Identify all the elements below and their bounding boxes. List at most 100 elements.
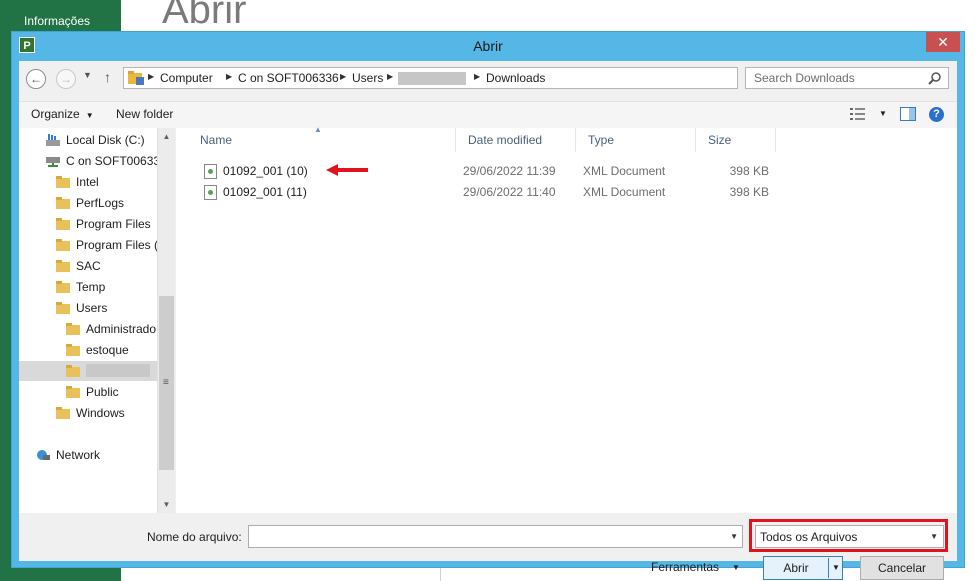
tools-button[interactable]: Ferramentas: [651, 560, 719, 574]
chevron-down-icon[interactable]: ▼: [730, 532, 738, 541]
tree-item-users[interactable]: Users: [56, 298, 107, 318]
view-options-icon[interactable]: [850, 108, 866, 120]
tree-item-label: C on SOFT006336: [66, 154, 167, 168]
column-header-date-modified[interactable]: Date modified: [456, 128, 576, 152]
tree-item-redacted-user[interactable]: [19, 361, 157, 381]
folder-icon: [56, 281, 70, 293]
folder-icon: [56, 239, 70, 251]
tree-item-temp[interactable]: Temp: [56, 277, 105, 297]
tree-item-intel[interactable]: Intel: [56, 172, 99, 192]
scrollbar-thumb[interactable]: ≡: [159, 296, 174, 470]
table-row[interactable]: 01092_001 (10) 29/06/2022 11:39 XML Docu…: [176, 161, 957, 181]
breadcrumb-chevron-icon[interactable]: ▶: [340, 72, 346, 81]
breadcrumb-redacted-user[interactable]: [398, 72, 466, 85]
breadcrumb-computer[interactable]: Computer: [160, 71, 213, 85]
open-file-dialog: P Abrir ✕ ← → ▼ ↑ ▶ Computer ▶ C on SOFT…: [11, 31, 965, 580]
breadcrumb-downloads[interactable]: Downloads: [486, 71, 545, 85]
view-options-chevron-icon[interactable]: ▼: [879, 109, 887, 118]
search-input[interactable]: Search Downloads: [745, 67, 949, 89]
tree-item-estoque[interactable]: estoque: [66, 340, 129, 360]
tree-item-label: Network: [56, 448, 101, 462]
folder-icon: [56, 218, 70, 230]
tree-item-windows[interactable]: Windows: [56, 403, 125, 423]
network-icon: [37, 450, 50, 460]
preview-pane-icon[interactable]: [900, 107, 916, 121]
open-options-chevron-icon[interactable]: ▼: [832, 563, 840, 572]
recent-locations-chevron-icon[interactable]: ▼: [83, 70, 92, 80]
chevron-down-icon: ▼: [930, 532, 938, 541]
folder-icon: [66, 344, 80, 356]
filename-label: Nome do arquivo:: [147, 530, 242, 544]
tree-item-label: Temp: [76, 280, 106, 294]
search-icon[interactable]: [928, 71, 942, 85]
drive-icon: [46, 134, 60, 146]
file-size: 398 KB: [729, 164, 769, 178]
folder-icon: [128, 71, 144, 85]
search-placeholder: Search Downloads: [754, 71, 855, 85]
network-drive-icon: [46, 157, 60, 167]
new-folder-button[interactable]: New folder: [116, 107, 173, 121]
chevron-down-icon: ▼: [85, 111, 94, 120]
file-name: 01092_001 (11): [223, 185, 307, 199]
breadcrumb-chevron-icon[interactable]: ▶: [387, 72, 393, 81]
organize-label: Organize: [31, 107, 80, 121]
tree-item-network[interactable]: Network: [36, 445, 100, 465]
backstage-item-info[interactable]: Informações: [24, 14, 90, 28]
scroll-down-icon[interactable]: ▼: [158, 496, 175, 513]
breadcrumb-drive[interactable]: C on SOFT006336: [238, 71, 339, 85]
tree-item-label: Program Files: [76, 217, 151, 231]
tree-item-perflogs[interactable]: PerfLogs: [56, 193, 124, 213]
dialog-title: Abrir: [473, 38, 503, 54]
file-date: 29/06/2022 11:40: [463, 185, 556, 199]
organize-button[interactable]: Organize ▼: [31, 107, 94, 121]
column-header-name[interactable]: Name: [188, 128, 456, 152]
tree-item-label: Program Files (: [76, 238, 159, 252]
dialog-body: ← → ▼ ↑ ▶ Computer ▶ C on SOFT006336 ▶ U…: [19, 61, 957, 580]
tree-item-local-disk[interactable]: Local Disk (C:): [46, 130, 145, 150]
breadcrumb-chevron-icon[interactable]: ▶: [474, 72, 480, 81]
breadcrumb-users[interactable]: Users: [352, 71, 383, 85]
back-button[interactable]: ←: [26, 69, 46, 89]
address-bar[interactable]: ▶ Computer ▶ C on SOFT006336 ▶ Users ▶ ▶…: [123, 67, 738, 89]
tree-item-sac[interactable]: SAC: [56, 256, 101, 276]
column-header-size[interactable]: Size: [696, 128, 776, 152]
file-type-filter-select[interactable]: Todos os Arquivos ▼: [755, 525, 944, 548]
tree-item-label: Public: [86, 385, 119, 399]
breadcrumb-chevron-icon[interactable]: ▶: [148, 72, 154, 81]
tree-item-network-drive[interactable]: C on SOFT006336: [46, 151, 167, 171]
tree-item-label: Users: [76, 301, 108, 315]
table-row[interactable]: 01092_001 (11) 29/06/2022 11:40 XML Docu…: [176, 182, 957, 202]
navigation-pane: Local Disk (C:) C on SOFT006336 Intel Pe…: [19, 128, 175, 513]
grip-icon: ≡: [163, 377, 169, 388]
tree-item-program-files-x86[interactable]: Program Files (: [56, 235, 158, 255]
filename-input[interactable]: ▼: [248, 525, 743, 548]
tree-item-label: Administrado: [86, 322, 157, 336]
tree-item-label: SAC: [76, 259, 101, 273]
up-folder-button[interactable]: ↑: [104, 69, 111, 85]
tree-item-administrador[interactable]: Administrado: [66, 319, 156, 339]
tree-item-program-files[interactable]: Program Files: [56, 214, 151, 234]
scroll-up-icon[interactable]: ▲: [158, 128, 175, 145]
redacted-label: [86, 364, 150, 377]
breadcrumb-chevron-icon[interactable]: ▶: [226, 72, 232, 81]
help-icon[interactable]: ?: [929, 107, 944, 122]
column-header-type[interactable]: Type: [576, 128, 696, 152]
forward-button[interactable]: →: [56, 69, 76, 89]
dialog-titlebar[interactable]: P Abrir ✕: [12, 32, 964, 61]
tree-item-label: Local Disk (C:): [66, 133, 145, 147]
tree-item-label: Windows: [76, 406, 125, 420]
open-button[interactable]: Abrir ▼: [763, 556, 843, 580]
folder-icon: [56, 302, 70, 314]
tree-item-label: PerfLogs: [76, 196, 125, 210]
file-size: 398 KB: [729, 185, 769, 199]
tree-item-public[interactable]: Public: [66, 382, 119, 402]
file-list: ▲ Name Date modified Type Size 01092_001…: [176, 125, 957, 513]
cancel-button[interactable]: Cancelar: [860, 556, 944, 580]
tools-chevron-down-icon[interactable]: ▼: [732, 563, 740, 572]
nav-scrollbar[interactable]: ▲ ≡ ▼: [157, 128, 175, 513]
folder-icon: [56, 407, 70, 419]
file-name: 01092_001 (10): [223, 164, 308, 178]
folder-icon: [56, 176, 70, 188]
file-type: XML Document: [583, 164, 666, 178]
close-button[interactable]: ✕: [926, 32, 960, 52]
